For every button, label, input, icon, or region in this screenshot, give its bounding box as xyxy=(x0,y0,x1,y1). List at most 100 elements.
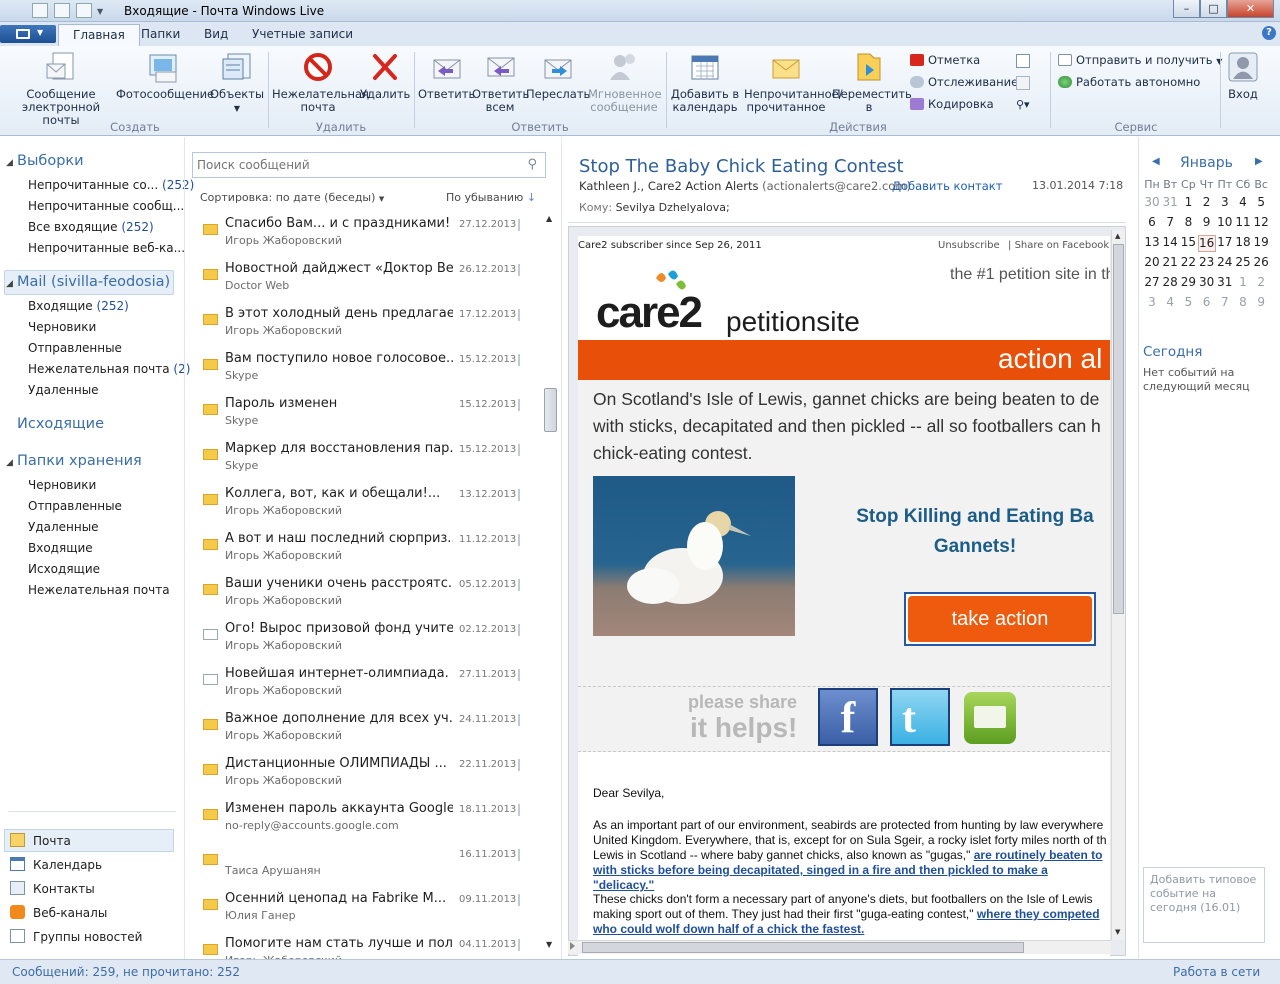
folder-sent[interactable]: Отправленные xyxy=(28,341,122,355)
mark-unread-button[interactable]: Непрочитанное/ прочитанное xyxy=(744,50,843,114)
minimize-button[interactable]: – xyxy=(1173,0,1200,18)
flag-icon[interactable] xyxy=(518,264,532,276)
calendar-day[interactable]: 30 xyxy=(1198,275,1216,289)
message-row[interactable]: Ваши ученики очень расстроятс... Игорь Жа… xyxy=(200,576,538,621)
flag-icon[interactable] xyxy=(518,579,532,591)
storage-folder[interactable]: Отправленные xyxy=(28,499,122,513)
calendar-day[interactable]: 28 xyxy=(1161,275,1179,289)
add-contact-link[interactable]: Добавить контакт xyxy=(892,179,1002,193)
message-row[interactable]: Коллега, вот, как и обещали!... Игорь Жаб… xyxy=(200,486,538,531)
calendar-day[interactable]: 6 xyxy=(1143,215,1161,229)
calendar-day[interactable]: 1 xyxy=(1179,195,1197,209)
search-input[interactable] xyxy=(197,156,507,174)
nav-feeds[interactable]: Веб-каналы xyxy=(10,905,107,920)
new-email-button[interactable]: Сообщение электронной почты xyxy=(4,50,118,127)
view-item[interactable]: Непрочитанные веб-ка... xyxy=(28,241,185,255)
collapse-storage-icon[interactable]: ◢ xyxy=(6,458,13,468)
storage-header[interactable]: Папки хранения xyxy=(17,453,142,469)
calendar-day[interactable]: 23 xyxy=(1198,255,1216,269)
calendar-day[interactable]: 14 xyxy=(1161,235,1179,249)
message-list-scrollbar[interactable]: ▲ ▼ xyxy=(543,212,558,956)
calendar-day[interactable]: 20 xyxy=(1143,255,1161,269)
send-receive-icon[interactable] xyxy=(76,3,92,18)
junk-button[interactable]: Нежелательная почта xyxy=(272,50,369,114)
calendar-day[interactable]: 31 xyxy=(1216,275,1234,289)
message-row[interactable]: Новейшая интернет-олимпиада. ... Игорь Жа… xyxy=(200,666,538,711)
flag-icon[interactable] xyxy=(518,894,532,906)
flag-button[interactable]: Отметка xyxy=(910,50,980,72)
calendar-day[interactable]: 6 xyxy=(1198,295,1216,309)
calendar-day[interactable]: 21 xyxy=(1161,255,1179,269)
calendar-day[interactable]: 25 xyxy=(1234,255,1252,269)
tab-view[interactable]: Вид xyxy=(190,24,242,46)
hscroll-thumb[interactable] xyxy=(582,942,1024,953)
calendar-day[interactable]: 29 xyxy=(1179,275,1197,289)
message-row[interactable]: Ого! Вырос призовой фонд учите... Игорь Ж… xyxy=(200,621,538,666)
app-menu-button[interactable]: ▼ xyxy=(0,25,56,43)
email-share-icon[interactable] xyxy=(964,692,1016,744)
flag-icon[interactable] xyxy=(518,624,532,636)
email-hscroll[interactable] xyxy=(568,940,1111,954)
flag-icon[interactable] xyxy=(518,489,532,501)
forward-button[interactable]: Переслать xyxy=(526,50,590,101)
delete-button[interactable]: Удалить xyxy=(360,50,410,101)
view-item[interactable]: Непрочитанные сообщ... xyxy=(28,199,184,213)
sort-order[interactable]: По убыванию ↓ xyxy=(446,191,536,204)
calendar-day[interactable]: 4 xyxy=(1234,195,1252,209)
add-event-box[interactable]: Добавить типовое событие на сегодня (16.… xyxy=(1143,867,1265,943)
calendar-day[interactable]: 30 xyxy=(1143,195,1161,209)
facebook-share-icon[interactable]: f xyxy=(818,688,878,746)
calendar-day[interactable]: 1 xyxy=(1234,275,1252,289)
scroll-up-arrow[interactable]: ▲ xyxy=(546,214,552,223)
encoding-button[interactable]: Кодировка xyxy=(910,94,994,116)
reply-button[interactable]: Ответить xyxy=(418,50,475,101)
calendar-day[interactable]: 7 xyxy=(1216,295,1234,309)
calendar-day[interactable]: 19 xyxy=(1252,235,1270,249)
folder-junk[interactable]: Нежелательная почта (2) xyxy=(28,362,190,376)
message-row[interactable]: Вам поступило новое голосовое... Skype 15.… xyxy=(200,351,538,396)
folder-drafts[interactable]: Черновики xyxy=(28,320,96,334)
scroll-down-arrow[interactable]: ▼ xyxy=(546,940,552,949)
next-month-icon[interactable]: ▶ xyxy=(1255,156,1263,167)
maximize-button[interactable]: □ xyxy=(1200,0,1227,18)
calendar-day[interactable]: 7 xyxy=(1161,215,1179,229)
instant-message-button[interactable]: Мгновенное сообщение xyxy=(588,50,662,114)
storage-folder[interactable]: Черновики xyxy=(28,478,96,492)
copy-icon[interactable] xyxy=(1016,76,1030,90)
calendar-day[interactable]: 13 xyxy=(1143,235,1161,249)
reply-all-button[interactable]: Ответить всем xyxy=(472,50,529,114)
email-scroll-thumb[interactable] xyxy=(1113,244,1124,614)
calendar-day[interactable]: 12 xyxy=(1252,215,1270,229)
qat-dropdown-icon[interactable]: ▼ xyxy=(97,7,103,16)
calendar-day[interactable]: 2 xyxy=(1198,195,1216,209)
collapse-views-icon[interactable]: ◢ xyxy=(6,158,13,168)
message-row[interactable]: Пароль изменен Skype 15.12.2013 xyxy=(200,396,538,441)
message-row[interactable]: Спасибо Вам... и с праздниками! ... Игорь… xyxy=(200,216,538,261)
watch-button[interactable]: Отслеживание xyxy=(910,72,1018,94)
take-action-button[interactable]: take action xyxy=(904,592,1096,646)
account-header[interactable]: Mail (sivilla-feodosia) xyxy=(17,274,170,290)
calendar-day[interactable]: 15 xyxy=(1179,235,1197,249)
storage-folder[interactable]: Исходящие xyxy=(28,562,100,576)
send-receive-button[interactable]: Отправить и получить ▼ xyxy=(1058,50,1222,72)
new-message-icon[interactable] xyxy=(32,3,48,18)
sort-dropdown[interactable]: Сортировка: по дате (беседы) ▼ xyxy=(200,191,384,204)
items-button[interactable]: Объекты ▼ xyxy=(209,50,265,115)
calendar-day[interactable]: 3 xyxy=(1143,295,1161,309)
message-row[interactable]: Маркер для восстановления пар... Skype 15.… xyxy=(200,441,538,486)
calendar-day[interactable]: 11 xyxy=(1234,215,1252,229)
unsubscribe-link[interactable]: Unsubscribe xyxy=(938,240,1000,251)
photo-email-button[interactable]: Фотосообщение xyxy=(116,50,214,101)
calendar-day[interactable]: 5 xyxy=(1179,295,1197,309)
storage-folder[interactable]: Входящие xyxy=(28,541,93,555)
nav-newsgroups[interactable]: Группы новостей xyxy=(10,929,142,944)
move-to-button[interactable]: Переместить в xyxy=(832,50,912,114)
calendar-day[interactable]: 8 xyxy=(1179,215,1197,229)
calendar-day[interactable]: 24 xyxy=(1216,255,1234,269)
flag-icon[interactable] xyxy=(518,219,532,231)
views-header[interactable]: Выборки xyxy=(17,153,84,169)
calendar-day[interactable]: 31 xyxy=(1161,195,1179,209)
calendar-day[interactable]: 5 xyxy=(1252,195,1270,209)
share-facebook-link[interactable]: | Share on Facebook xyxy=(1008,240,1109,251)
view-item[interactable]: Непрочитанные со... (252) xyxy=(28,178,194,192)
